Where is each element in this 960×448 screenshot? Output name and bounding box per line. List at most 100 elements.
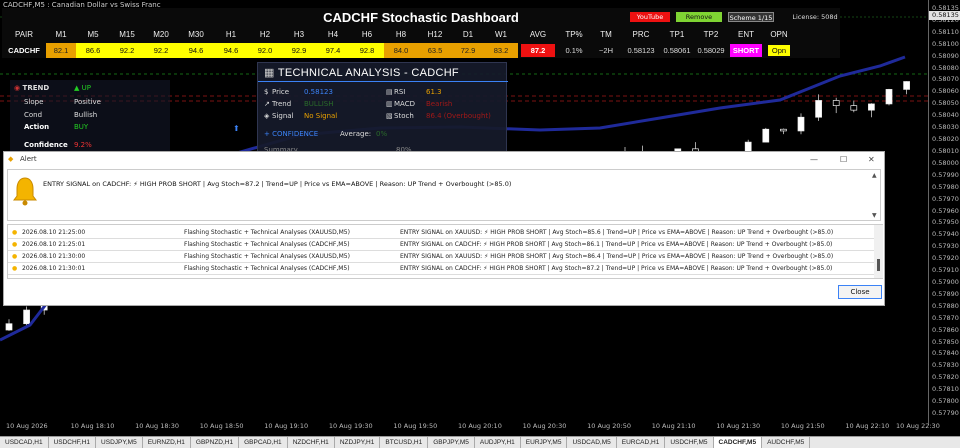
maximize-icon[interactable]: ☐ (840, 152, 847, 167)
bell-icon: ● (12, 241, 18, 248)
scheme-button[interactable]: Scheme 1/15 (728, 12, 774, 22)
header-pair: PAIR (14, 30, 34, 39)
trend-panel: ◉ TREND ▲ UP Slope Positive Cond Bullish… (10, 80, 170, 152)
dollar-icon: $ (264, 88, 269, 96)
price-tick: 0.58040 (932, 111, 959, 120)
tab-nzdjpy-h1[interactable]: NZDJPY,H1 (335, 437, 381, 448)
tab-audchf-m5[interactable]: AUDCHF,M5 (762, 437, 811, 448)
tab-usdcad-m5[interactable]: USDCAD,M5 (567, 437, 617, 448)
ta-trend-value: BULLISH (304, 100, 334, 108)
header-h1: H1 (225, 30, 237, 39)
header-h12: H12 (427, 30, 443, 39)
time-tick: 10 Aug 19:50 (393, 422, 438, 430)
slope-value: Positive (74, 98, 101, 106)
price-tick: 0.57850 (932, 337, 959, 346)
signal-arrow-icon: ⬆ (233, 124, 240, 133)
header-opn: OPN (770, 30, 788, 39)
header-h8: H8 (395, 30, 407, 39)
value-tp1: 0.58061 (663, 46, 691, 55)
price-tick: 0.57940 (932, 230, 959, 239)
tab-eurnzd-h1[interactable]: EURNZD,H1 (143, 437, 191, 448)
price-tick: 0.57950 (932, 218, 959, 227)
time-tick: 10 Aug 21:10 (651, 422, 696, 430)
remove-button[interactable]: Remove (676, 12, 722, 22)
time-tick: 10 Aug 21:50 (780, 422, 825, 430)
tab-eurjpy-m5[interactable]: EURJPY,M5 (521, 437, 568, 448)
slope-label: Slope (24, 98, 44, 106)
technical-analysis-panel: ▦ TECHNICAL ANALYSIS - CADCHF $ Price 0.5… (257, 62, 508, 157)
price-tick: 0.58080 (932, 63, 959, 72)
tab-btcusd-h1[interactable]: BTCUSD,H1 (380, 437, 429, 448)
alert-titlebar: ◆ Alert — ☐ ✕ (4, 152, 884, 167)
tab-cadchf-m5[interactable]: CADCHF,M5 (713, 437, 763, 448)
header-prc: PRC (632, 30, 650, 39)
value-avg: 87.2 (521, 44, 555, 57)
value-opn[interactable]: Opn (768, 45, 790, 56)
header-ent: ENT (738, 30, 754, 39)
time-tick: 10 Aug 19:30 (328, 422, 373, 430)
price-tick: 0.58090 (932, 51, 959, 60)
row-time: 2026.08.10 21:25:01 (22, 241, 86, 248)
close-icon[interactable]: ✕ (868, 152, 875, 167)
cond-label: Cond (24, 111, 43, 119)
tab-nzdchf-h1[interactable]: NZDCHF,H1 (288, 437, 335, 448)
price-tick: 0.57870 (932, 313, 959, 322)
current-price-badge: 0.58135 (929, 11, 960, 20)
tab-gbpjpy-m5[interactable]: GBPJPY,M5 (428, 437, 475, 448)
tab-eurcad-h1[interactable]: EURCAD,H1 (617, 437, 666, 448)
minimize-icon[interactable]: — (810, 152, 818, 167)
confidence-label: Confidence (24, 141, 68, 149)
header-tp2: TP2 (703, 30, 719, 39)
row-source: Flashing Stochastic + Technical Analyses… (184, 241, 350, 248)
table-row[interactable]: ● 2026.08.10 21:30:01 Flashing Stochastic … (8, 263, 874, 275)
scrollbar-thumb[interactable] (877, 259, 880, 271)
ta-stoch-row: ▧Stoch (386, 112, 414, 120)
tab-gbpcad-h1[interactable]: GBPCAD,H1 (239, 437, 288, 448)
value-h3: 92.9 (282, 43, 316, 58)
header-m5: M5 (87, 30, 99, 39)
ta-signal-row: ◈ Signal (264, 112, 294, 120)
tab-usdcad-h1[interactable]: USDCAD,H1 (0, 437, 49, 448)
time-tick: 10 Aug 18:30 (135, 422, 179, 430)
table-scrollbar[interactable] (874, 225, 883, 278)
price-tick: 0.58030 (932, 123, 959, 132)
table-row[interactable]: ● 2026.08.10 21:30:00 Flashing Stochastic … (8, 251, 874, 263)
price-tick: 0.57890 (932, 289, 959, 298)
alert-message-box: ENTRY SIGNAL on CADCHF: ⚡ HIGH PROB SHOR… (7, 169, 881, 221)
stochastic-dashboard: CADCHF Stochastic Dashboard YouTube Remo… (2, 8, 840, 58)
tab-usdchf-m5[interactable]: USDCHF,M5 (665, 437, 714, 448)
value-h8: 84.0 (384, 43, 418, 58)
tab-gbpnzd-h1[interactable]: GBPNZD,H1 (191, 437, 240, 448)
candle-body (5, 323, 13, 331)
table-row[interactable]: ● 2026.08.10 21:25:00 Flashing Stochastic … (8, 227, 874, 239)
row-source: Flashing Stochastic + Technical Analyses… (184, 229, 350, 236)
close-button[interactable]: Close (838, 285, 882, 299)
price-tick: 0.58050 (932, 99, 959, 108)
youtube-button[interactable]: YouTube (630, 12, 670, 22)
row-message: ENTRY SIGNAL on CADCHF: ⚡ HIGH PROB SHOR… (400, 241, 833, 248)
row-message: ENTRY SIGNAL on XAUUSD: ⚡ HIGH PROB SHOR… (400, 229, 834, 236)
scroll-down-icon[interactable]: ▼ (872, 212, 877, 219)
price-tick: 0.57920 (932, 254, 959, 263)
value-ent[interactable]: SHORT (730, 44, 762, 57)
ta-macd-value: Bearish (426, 100, 453, 108)
price-tick: 0.58110 (932, 27, 959, 36)
price-tick: 0.57930 (932, 242, 959, 251)
tab-audjpy-h1[interactable]: AUDJPY,H1 (475, 437, 521, 448)
tab-usdjpy-m5[interactable]: USDJPY,M5 (96, 437, 143, 448)
tab-usdchf-h1[interactable]: USDCHF,H1 (49, 437, 97, 448)
value-h6: 92.8 (350, 43, 384, 58)
price-tick: 0.57900 (932, 277, 959, 286)
alert-history-table[interactable]: ● 2026.08.10 21:25:00 Flashing Stochastic … (7, 224, 883, 279)
header-avg: AVG (529, 30, 547, 39)
scroll-up-icon[interactable]: ▲ (872, 172, 877, 179)
license-text: License: 508d (792, 13, 838, 21)
signal-icon: ◈ (264, 112, 270, 120)
candle-body (885, 89, 893, 105)
value-h12: 63.5 (418, 43, 452, 58)
price-tick: 0.58010 (932, 146, 959, 155)
time-tick: 10 Aug 19:10 (264, 422, 309, 430)
table-row[interactable]: ● 2026.08.10 21:25:01 Flashing Stochastic … (8, 239, 874, 251)
price-tick: 0.58060 (932, 87, 959, 96)
row-message: ENTRY SIGNAL on CADCHF: ⚡ HIGH PROB SHOR… (400, 265, 833, 272)
